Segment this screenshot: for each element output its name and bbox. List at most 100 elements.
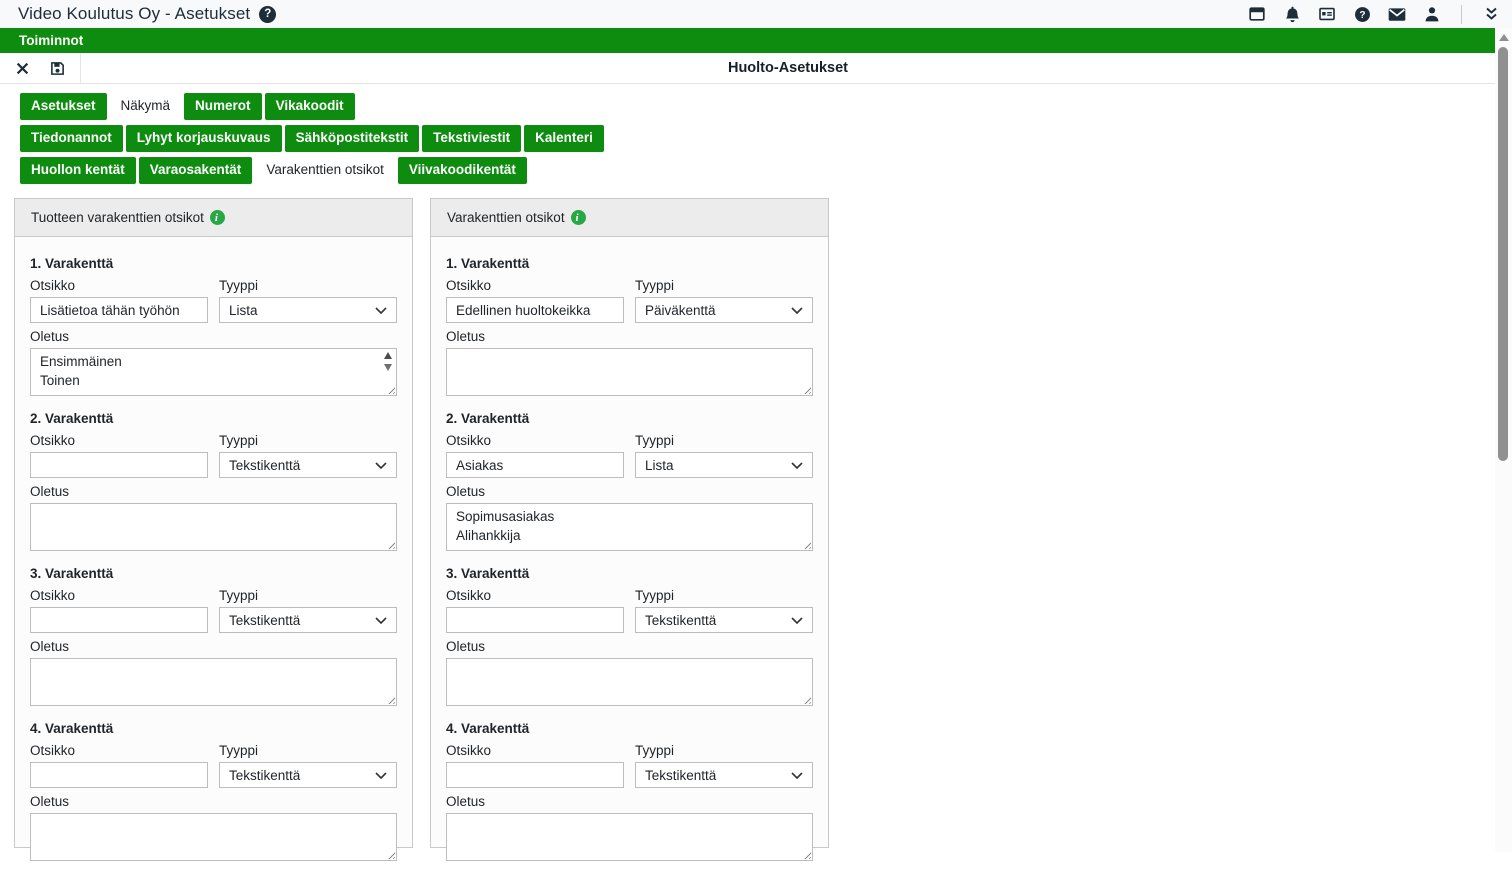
tyyppi-label: Tyyppi [219, 278, 397, 293]
product-field-3: 3. Varakenttä Otsikko Tyyppi Tekstikentt… [30, 566, 397, 706]
general-field-4-otsikko-input[interactable] [446, 762, 624, 788]
tyyppi-label: Tyyppi [219, 588, 397, 603]
tab-kalenteri[interactable]: Kalenteri [524, 125, 604, 152]
tyyppi-label: Tyyppi [635, 588, 813, 603]
chevron-down-icon [791, 307, 803, 314]
field-heading: 2. Varakenttä [30, 411, 397, 426]
panel-extra-fields: Varakenttien otsikot i 1. Varakenttä Ots… [430, 198, 829, 848]
id-card-icon[interactable] [1318, 5, 1336, 23]
window-title: Video Koulutus Oy - Asetukset [18, 4, 250, 24]
tab-tekstiviestit[interactable]: Tekstiviestit [422, 125, 521, 152]
tab-sahkopostitekstit[interactable]: Sähköpostitekstit [285, 125, 420, 152]
panel-title: Tuotteen varakenttien otsikot [31, 210, 204, 225]
general-field-1-tyyppi-select[interactable]: Päiväkenttä [635, 297, 813, 323]
scrollbar-up-icon[interactable] [1499, 34, 1509, 41]
otsikko-label: Otsikko [446, 433, 624, 448]
general-field-2: 2. Varakenttä Otsikko Tyyppi Lista Ole [446, 411, 813, 551]
general-field-3-oletus-textarea[interactable] [446, 658, 813, 706]
otsikko-label: Otsikko [446, 743, 624, 758]
product-field-3-oletus-textarea[interactable] [30, 658, 397, 706]
oletus-label: Oletus [446, 484, 813, 499]
page-scrollbar[interactable] [1495, 28, 1512, 852]
product-field-4-tyyppi-select[interactable]: Tekstikenttä [219, 762, 397, 788]
product-field-3-tyyppi-select[interactable]: Tekstikenttä [219, 607, 397, 633]
general-field-1: 1. Varakenttä Otsikko Tyyppi Päiväkenttä [446, 256, 813, 396]
oletus-label: Oletus [30, 639, 397, 654]
mail-icon[interactable] [1388, 5, 1406, 23]
general-field-1-otsikko-input[interactable] [446, 297, 624, 323]
product-field-2: 2. Varakenttä Otsikko Tyyppi Tekstikentt… [30, 411, 397, 551]
user-icon[interactable] [1423, 5, 1441, 23]
tyyppi-label: Tyyppi [219, 743, 397, 758]
window-titlebar: Video Koulutus Oy - Asetukset ? ? [0, 0, 1512, 28]
general-field-4: 4. Varakenttä Otsikko Tyyppi Tekstikentt… [446, 721, 813, 861]
general-field-1-oletus-textarea[interactable] [446, 348, 813, 396]
product-field-1-otsikko-input[interactable] [30, 297, 208, 323]
chevron-down-icon [791, 462, 803, 469]
tab-varakenttien-otsikot[interactable]: Varakenttien otsikot [255, 157, 395, 184]
menu-toiminnot[interactable]: Toiminnot [19, 33, 83, 48]
close-icon[interactable] [13, 59, 31, 77]
info-icon[interactable]: i [571, 210, 586, 225]
window-icon[interactable] [1248, 5, 1266, 23]
product-field-2-tyyppi-select[interactable]: Tekstikenttä [219, 452, 397, 478]
oletus-label: Oletus [30, 484, 397, 499]
otsikko-label: Otsikko [30, 743, 208, 758]
general-field-2-tyyppi-select[interactable]: Lista [635, 452, 813, 478]
scrollbar-thumb[interactable] [1498, 47, 1508, 461]
otsikko-label: Otsikko [30, 278, 208, 293]
product-field-3-otsikko-input[interactable] [30, 607, 208, 633]
tyyppi-label: Tyyppi [635, 743, 813, 758]
help-circle-icon[interactable]: ? [1353, 5, 1371, 23]
otsikko-label: Otsikko [30, 433, 208, 448]
tab-asetukset[interactable]: Asetukset [20, 93, 107, 120]
tab-vikakoodit[interactable]: Vikakoodit [265, 93, 355, 120]
panel-title: Varakenttien otsikot [447, 210, 565, 225]
general-field-4-oletus-textarea[interactable] [446, 813, 813, 861]
tab-numerot[interactable]: Numerot [184, 93, 262, 120]
product-field-2-oletus-textarea[interactable] [30, 503, 397, 551]
oletus-label: Oletus [446, 329, 813, 344]
otsikko-label: Otsikko [30, 588, 208, 603]
chevron-down-icon [791, 772, 803, 779]
tab-tiedonannot[interactable]: Tiedonannot [20, 125, 123, 152]
field-heading: 2. Varakenttä [446, 411, 813, 426]
tab-nakyma[interactable]: Näkymä [110, 93, 182, 120]
general-field-3-tyyppi-select[interactable]: Tekstikenttä [635, 607, 813, 633]
svg-text:?: ? [1359, 10, 1365, 21]
product-field-1-tyyppi-select[interactable]: Lista [219, 297, 397, 323]
title-help-circle-icon[interactable]: ? [259, 6, 276, 23]
field-heading: 4. Varakenttä [446, 721, 813, 736]
panel-product-extra-fields: Tuotteen varakenttien otsikot i 1. Varak… [14, 198, 413, 848]
product-field-1-oletus-textarea[interactable]: Ensimmäinen Toinen [30, 348, 397, 396]
product-field-2-otsikko-input[interactable] [30, 452, 208, 478]
tab-viivakoodikentat[interactable]: Viivakoodikentät [398, 157, 527, 184]
tyyppi-label: Tyyppi [635, 433, 813, 448]
chevron-down-icon [375, 462, 387, 469]
otsikko-label: Otsikko [446, 278, 624, 293]
tab-lyhyt-korjauskuvaus[interactable]: Lyhyt korjauskuvaus [126, 125, 282, 152]
bell-icon[interactable] [1283, 5, 1301, 23]
oletus-label: Oletus [446, 639, 813, 654]
product-field-4-oletus-textarea[interactable] [30, 813, 397, 861]
tab-huollon-kentat[interactable]: Huollon kentät [20, 157, 136, 184]
tab-varaosakentat[interactable]: Varaosakentät [139, 157, 253, 184]
save-icon[interactable] [48, 59, 66, 77]
chevron-down-icon [375, 617, 387, 624]
textarea-scrollbar[interactable] [382, 350, 394, 371]
scroll-up-icon[interactable] [384, 352, 392, 359]
product-field-4-otsikko-input[interactable] [30, 762, 208, 788]
settings-tabs: Asetukset Näkymä Numerot Vikakoodit Tied… [0, 84, 1512, 184]
general-field-3-otsikko-input[interactable] [446, 607, 624, 633]
product-field-1: 1. Varakenttä Otsikko Tyyppi Lista Ole [30, 256, 397, 396]
oletus-label: Oletus [30, 329, 397, 344]
general-field-2-oletus-textarea[interactable]: Sopimusasiakas Alihankkija [446, 503, 813, 551]
field-heading: 1. Varakenttä [446, 256, 813, 271]
panel-header: Varakenttien otsikot i [431, 199, 828, 237]
page-toolbar: Huolto-Asetukset [0, 53, 1495, 84]
collapse-chevrons-icon[interactable] [1482, 5, 1500, 23]
general-field-2-otsikko-input[interactable] [446, 452, 624, 478]
general-field-4-tyyppi-select[interactable]: Tekstikenttä [635, 762, 813, 788]
scroll-down-icon[interactable] [384, 364, 392, 371]
info-icon[interactable]: i [210, 210, 225, 225]
